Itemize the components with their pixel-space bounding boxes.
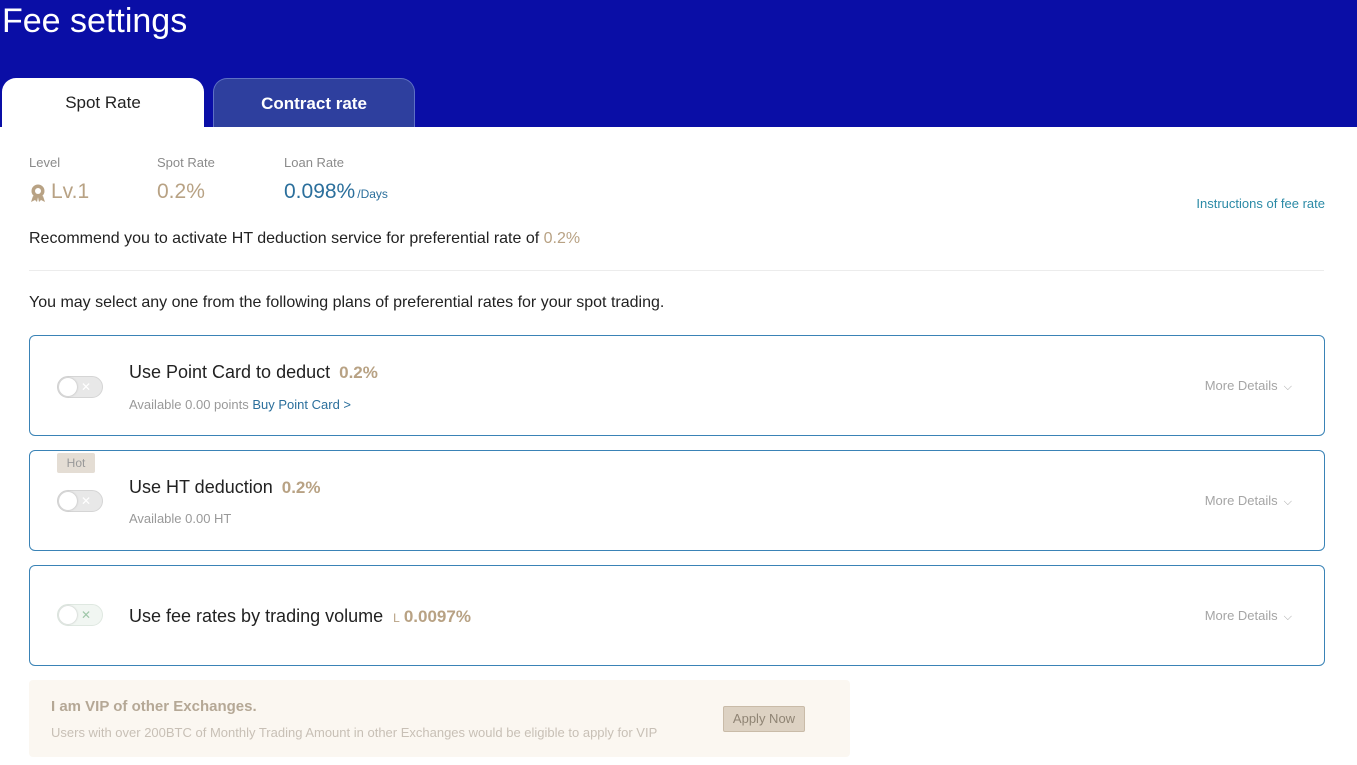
trading-volume-toggle[interactable]: ✕	[57, 604, 103, 626]
chevron-down-icon: ⌵	[1283, 496, 1292, 508]
close-icon: ✕	[81, 494, 92, 508]
apply-now-button[interactable]: Apply Now	[723, 706, 805, 732]
plan-title-text: Use fee rates by trading volume	[129, 606, 384, 626]
plan-title-text: Use Point Card to deduct	[129, 362, 331, 382]
vip-title: I am VIP of other Exchanges.	[51, 698, 257, 715]
spot-rate-label: Spot Rate	[157, 155, 215, 170]
medal-icon	[31, 184, 45, 202]
vip-banner: I am VIP of other Exchanges. Users with …	[29, 680, 850, 757]
plan-available: Available 0.00 points Buy Point Card >	[129, 397, 351, 412]
plan-rate: 0.2%	[339, 363, 378, 382]
more-details-button[interactable]: More Details ⌵	[1205, 493, 1292, 509]
plan-trading-volume: ✕ Use fee rates by trading volume L 0.0097…	[29, 565, 1325, 666]
buy-point-card-link[interactable]: Buy Point Card >	[252, 397, 351, 412]
toggle-knob	[59, 606, 77, 624]
loan-rate-unit: /Days	[357, 187, 388, 201]
chevron-down-icon: ⌵	[1283, 381, 1292, 393]
chevron-down-icon: ⌵	[1283, 611, 1292, 623]
page-title: Fee settings	[2, 2, 188, 40]
more-details-button[interactable]: More Details ⌵	[1205, 608, 1292, 624]
more-details-label: More Details	[1204, 378, 1278, 393]
tab-spot-rate[interactable]: Spot Rate	[2, 78, 204, 127]
vip-description: Users with over 200BTC of Monthly Tradin…	[51, 725, 658, 740]
plan-ht-deduction: ✕ Use HT deduction 0.2% Available 0.00 HT…	[29, 450, 1325, 551]
plan-title-text: Use HT deduction	[129, 477, 273, 497]
point-card-toggle[interactable]: ✕	[57, 376, 103, 398]
loan-rate: 0.098%/Days	[284, 180, 388, 204]
plan-level-prefix: L	[393, 611, 400, 625]
plan-rate: 0.2%	[281, 478, 321, 497]
header-bar: Fee settings Spot Rate Contract rate	[0, 0, 1357, 127]
plans-intro: You may select any one from the followin…	[29, 294, 665, 311]
plan-rate: 0.0097%	[403, 607, 471, 626]
level-label: Level	[29, 155, 61, 170]
close-icon: ✕	[81, 608, 92, 622]
available-ht: Available 0.00 HT	[129, 511, 232, 526]
plan-title: Use Point Card to deduct 0.2%	[129, 362, 378, 383]
more-details-button[interactable]: More Details ⌵	[1205, 378, 1292, 394]
close-icon: ✕	[81, 380, 92, 394]
available-points: Available 0.00 points	[129, 397, 249, 412]
recommend-rate: 0.2%	[543, 230, 581, 247]
instructions-link[interactable]: Instructions of fee rate	[1196, 196, 1325, 211]
plan-title: Use HT deduction 0.2%	[129, 477, 321, 498]
toggle-knob	[59, 378, 77, 396]
ht-deduction-toggle[interactable]: ✕	[57, 490, 103, 512]
toggle-knob	[59, 492, 77, 510]
tab-contract-rate[interactable]: Contract rate	[213, 78, 415, 127]
loan-rate-label: Loan Rate	[284, 155, 344, 170]
loan-rate-value: 0.098%	[284, 180, 356, 203]
level-value: Lv.1	[51, 180, 90, 203]
plan-point-card: ✕ Use Point Card to deduct 0.2% Available…	[29, 335, 1325, 436]
more-details-label: More Details	[1204, 608, 1278, 623]
divider	[29, 270, 1324, 271]
hot-badge: Hot	[57, 453, 95, 473]
recommend-message: Recommend you to activate HT deduction s…	[29, 230, 540, 247]
plan-title: Use fee rates by trading volume L 0.0097%	[129, 606, 471, 627]
spot-rate-value: 0.2%	[157, 180, 205, 203]
more-details-label: More Details	[1204, 493, 1278, 508]
recommend-text: Recommend you to activate HT deduction s…	[29, 230, 580, 248]
